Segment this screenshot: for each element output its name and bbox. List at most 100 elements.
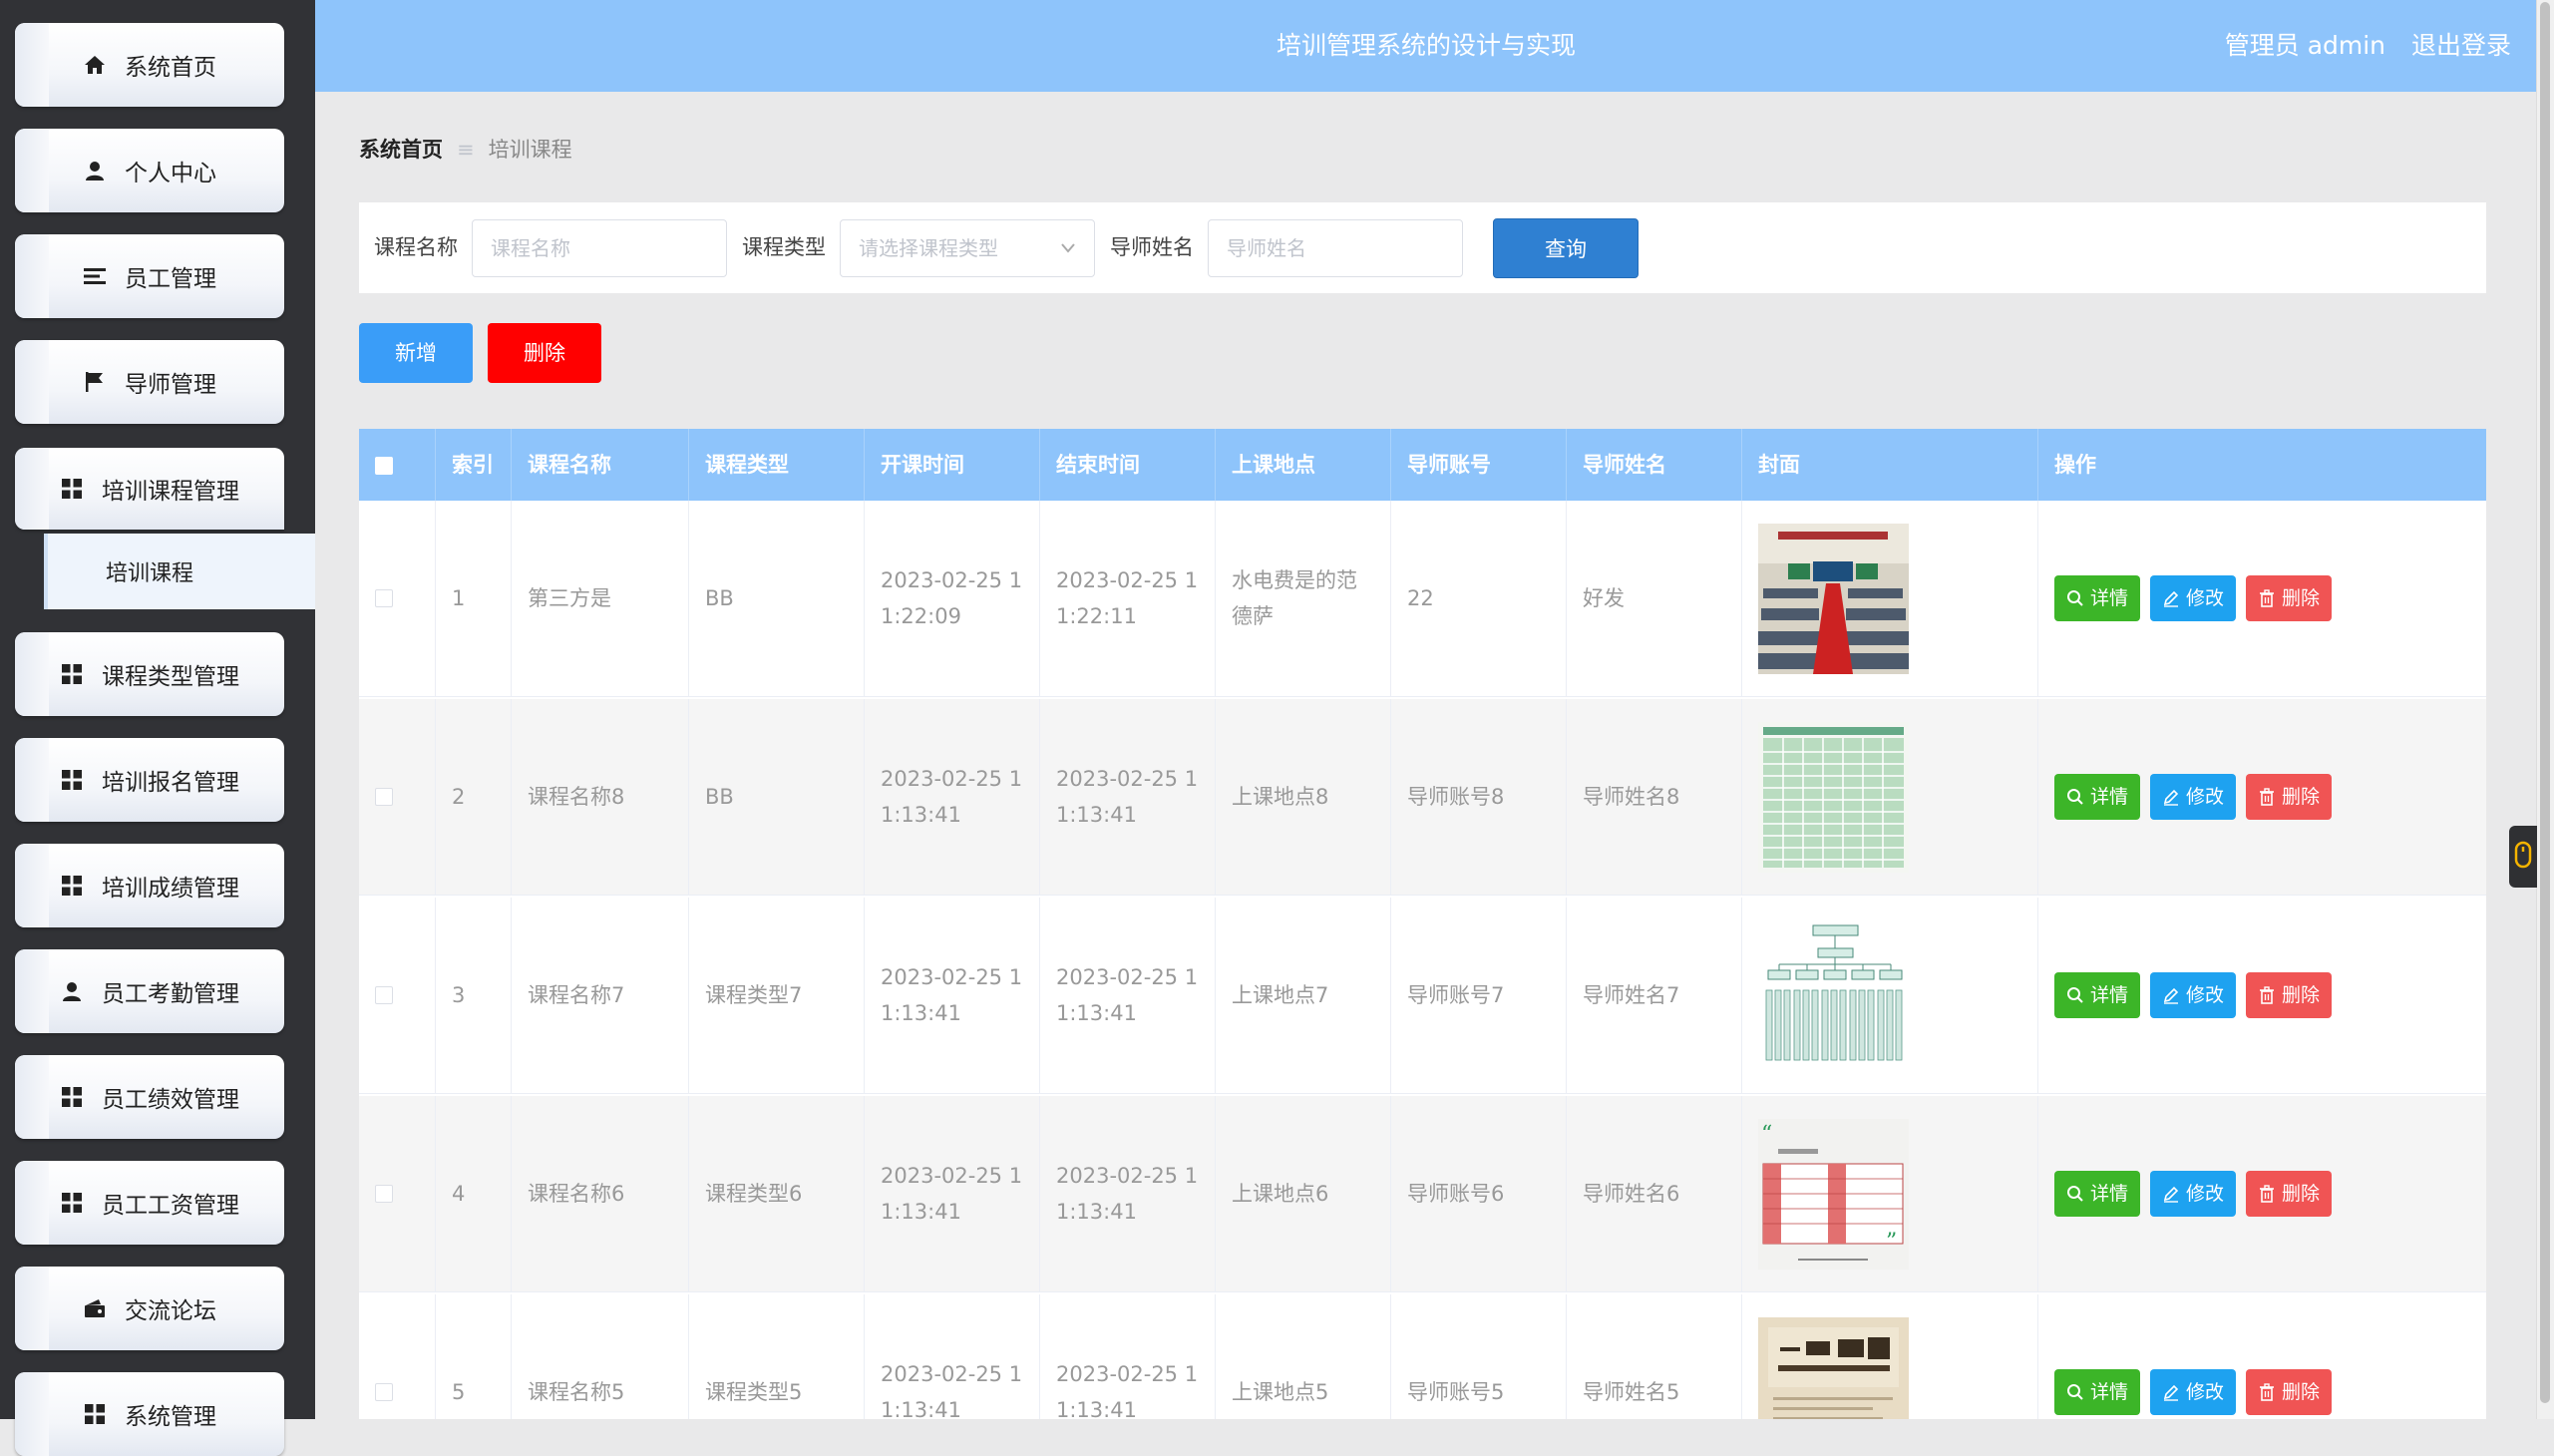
delete-button[interactable]: 删除 <box>2246 1369 2333 1415</box>
table-row[interactable]: 2 课程名称8 BB 2023-02-25 1 1:13:41 2023-02-2… <box>359 699 2486 896</box>
sidebar-item-salary[interactable]: 员工工资管理 <box>15 1161 284 1245</box>
table-row[interactable]: 3 课程名称7 课程类型7 2023-02-25 1 1:13:41 2023-0… <box>359 898 2486 1094</box>
delete-button[interactable]: 删除 <box>2246 774 2333 820</box>
query-button[interactable]: 查询 <box>1493 218 1639 278</box>
delete-button[interactable]: 删除 <box>2246 1171 2333 1217</box>
detail-button[interactable]: 详情 <box>2054 1171 2141 1217</box>
select-all-checkbox[interactable] <box>375 457 393 475</box>
col-header-account[interactable]: 导师账号 <box>1390 429 1566 501</box>
detail-button[interactable]: 详情 <box>2054 774 2141 820</box>
cell-account: 导师账号7 <box>1390 898 1566 1093</box>
row-checkbox[interactable] <box>375 1185 393 1203</box>
course-type-label: 课程类型 <box>742 235 826 259</box>
col-header-type[interactable]: 课程类型 <box>688 429 864 501</box>
cell-text: 1:13:41 <box>881 1200 961 1224</box>
course-name-input[interactable]: 课程名称 <box>472 219 727 277</box>
cover-image[interactable] <box>1758 523 1909 674</box>
delete-button[interactable]: 删除 <box>2246 972 2333 1018</box>
row-checkbox-cell <box>359 1096 435 1291</box>
cell-text: 1:22:11 <box>1056 604 1137 628</box>
cell-mentor: 导师姓名8 <box>1566 699 1741 895</box>
detail-button[interactable]: 详情 <box>2054 1369 2141 1415</box>
side-float-button[interactable] <box>2509 826 2537 888</box>
cell-text: 上课地点8 <box>1232 785 1329 809</box>
col-header-index[interactable]: 索引 <box>435 429 511 501</box>
cell-text: 导师账号8 <box>1407 785 1505 809</box>
col-header-mentor[interactable]: 导师姓名 <box>1566 429 1741 501</box>
edit-button[interactable]: 修改 <box>2150 972 2237 1018</box>
table-row[interactable]: 4 课程名称6 课程类型6 2023-02-25 1 1:13:41 2023-0… <box>359 1096 2486 1292</box>
cell-cover <box>1741 898 2037 1093</box>
sidebar-item-scores[interactable]: 培训成绩管理 <box>15 844 284 927</box>
sidebar-item-forum[interactable]: 交流论坛 <box>15 1267 284 1350</box>
sidebar-item-mentors[interactable]: 导师管理 <box>15 340 284 424</box>
cover-image[interactable] <box>1758 1316 1909 1419</box>
cell-end: 2023-02-25 1 1:13:41 <box>1039 1294 1215 1419</box>
chevron-down-icon <box>1060 220 1076 297</box>
button-label: 修改 <box>2186 786 2225 808</box>
course-type-select[interactable]: 请选择课程类型 <box>840 219 1095 277</box>
sidebar: 系统首页 个人中心 员工管理 导师管理 培训课程管理 培训课程 课程类型管理 培… <box>0 0 315 1456</box>
mentor-name-input[interactable]: 导师姓名 <box>1208 219 1463 277</box>
cell-text: 上课地点7 <box>1232 983 1329 1007</box>
edit-button[interactable]: 修改 <box>2150 1171 2237 1217</box>
cell-text: 课程名称5 <box>528 1380 625 1404</box>
col-header-place[interactable]: 上课地点 <box>1215 429 1390 501</box>
logout-link[interactable]: 退出登录 <box>2411 31 2511 60</box>
search-icon <box>2067 1384 2083 1400</box>
grid-icon <box>83 1402 107 1426</box>
vertical-scrollbar[interactable] <box>2536 0 2554 1419</box>
sidebar-item-label: 培训报名管理 <box>102 770 239 796</box>
mouse-icon <box>2514 841 2532 873</box>
table-row[interactable]: 1 第三方是 BB 2023-02-25 1 1:22:09 2023-02-25… <box>359 501 2486 697</box>
edit-button[interactable]: 修改 <box>2150 575 2237 621</box>
sidebar-item-home[interactable]: 系统首页 <box>15 23 284 107</box>
detail-button[interactable]: 详情 <box>2054 972 2141 1018</box>
cell-name: 课程名称8 <box>511 699 688 895</box>
cover-image[interactable] <box>1758 919 1909 1071</box>
cell-text: 导师账号6 <box>1407 1182 1505 1206</box>
detail-button[interactable]: 详情 <box>2054 575 2141 621</box>
col-header-name[interactable]: 课程名称 <box>511 429 688 501</box>
edit-button[interactable]: 修改 <box>2150 1369 2237 1415</box>
edit-button[interactable]: 修改 <box>2150 774 2237 820</box>
col-header-end[interactable]: 结束时间 <box>1039 429 1215 501</box>
cell-text: BB <box>705 785 734 809</box>
sidebar-subitem-training-course[interactable]: 培训课程 <box>44 534 315 609</box>
row-checkbox[interactable] <box>375 1383 393 1401</box>
cover-image[interactable]: “” <box>1758 1118 1909 1270</box>
cell-text: 课程类型7 <box>705 983 803 1007</box>
button-label: 修改 <box>2186 1381 2225 1403</box>
sidebar-item-course-types[interactable]: 课程类型管理 <box>15 632 284 716</box>
cover-image[interactable] <box>1758 721 1909 873</box>
cell-text: 2023-02-25 1 <box>881 1164 1023 1188</box>
sidebar-item-label: 导师管理 <box>125 372 216 398</box>
button-label: 详情 <box>2090 587 2129 609</box>
row-checkbox[interactable] <box>375 589 393 607</box>
sidebar-item-registrations[interactable]: 培训报名管理 <box>15 738 284 822</box>
delete-button[interactable]: 删除 <box>2246 575 2333 621</box>
sidebar-item-performance[interactable]: 员工绩效管理 <box>15 1055 284 1139</box>
add-button[interactable]: 新增 <box>359 323 473 383</box>
batch-delete-button[interactable]: 删除 <box>488 323 601 383</box>
cell-end: 2023-02-25 1 1:13:41 <box>1039 898 1215 1093</box>
col-header-start[interactable]: 开课时间 <box>864 429 1039 501</box>
button-label: 修改 <box>2186 984 2225 1006</box>
cell-actions: 详情 修改 删除 <box>2037 501 2486 696</box>
sidebar-item-system[interactable]: 系统管理 <box>15 1372 284 1456</box>
row-checkbox[interactable] <box>375 986 393 1004</box>
cell-text: 水电费是的范 <box>1232 568 1357 592</box>
cell-text: 德萨 <box>1232 604 1274 628</box>
table-row[interactable]: 5 课程名称5 课程类型5 2023-02-25 1 1:13:41 2023-0… <box>359 1294 2486 1419</box>
sidebar-item-employees[interactable]: 员工管理 <box>15 234 284 318</box>
sidebar-item-courses[interactable]: 培训课程管理 <box>15 448 284 530</box>
breadcrumb-home[interactable]: 系统首页 <box>359 138 443 162</box>
breadcrumb-separator: ≡ <box>457 138 475 162</box>
cell-actions: 详情 修改 删除 <box>2037 898 2486 1093</box>
sidebar-item-attendance[interactable]: 员工考勤管理 <box>15 949 284 1033</box>
scrollbar-thumb[interactable] <box>2540 2 2550 1403</box>
sidebar-item-profile[interactable]: 个人中心 <box>15 129 284 212</box>
search-icon <box>2067 590 2083 606</box>
row-checkbox[interactable] <box>375 788 393 806</box>
sidebar-item-label: 个人中心 <box>125 161 216 186</box>
